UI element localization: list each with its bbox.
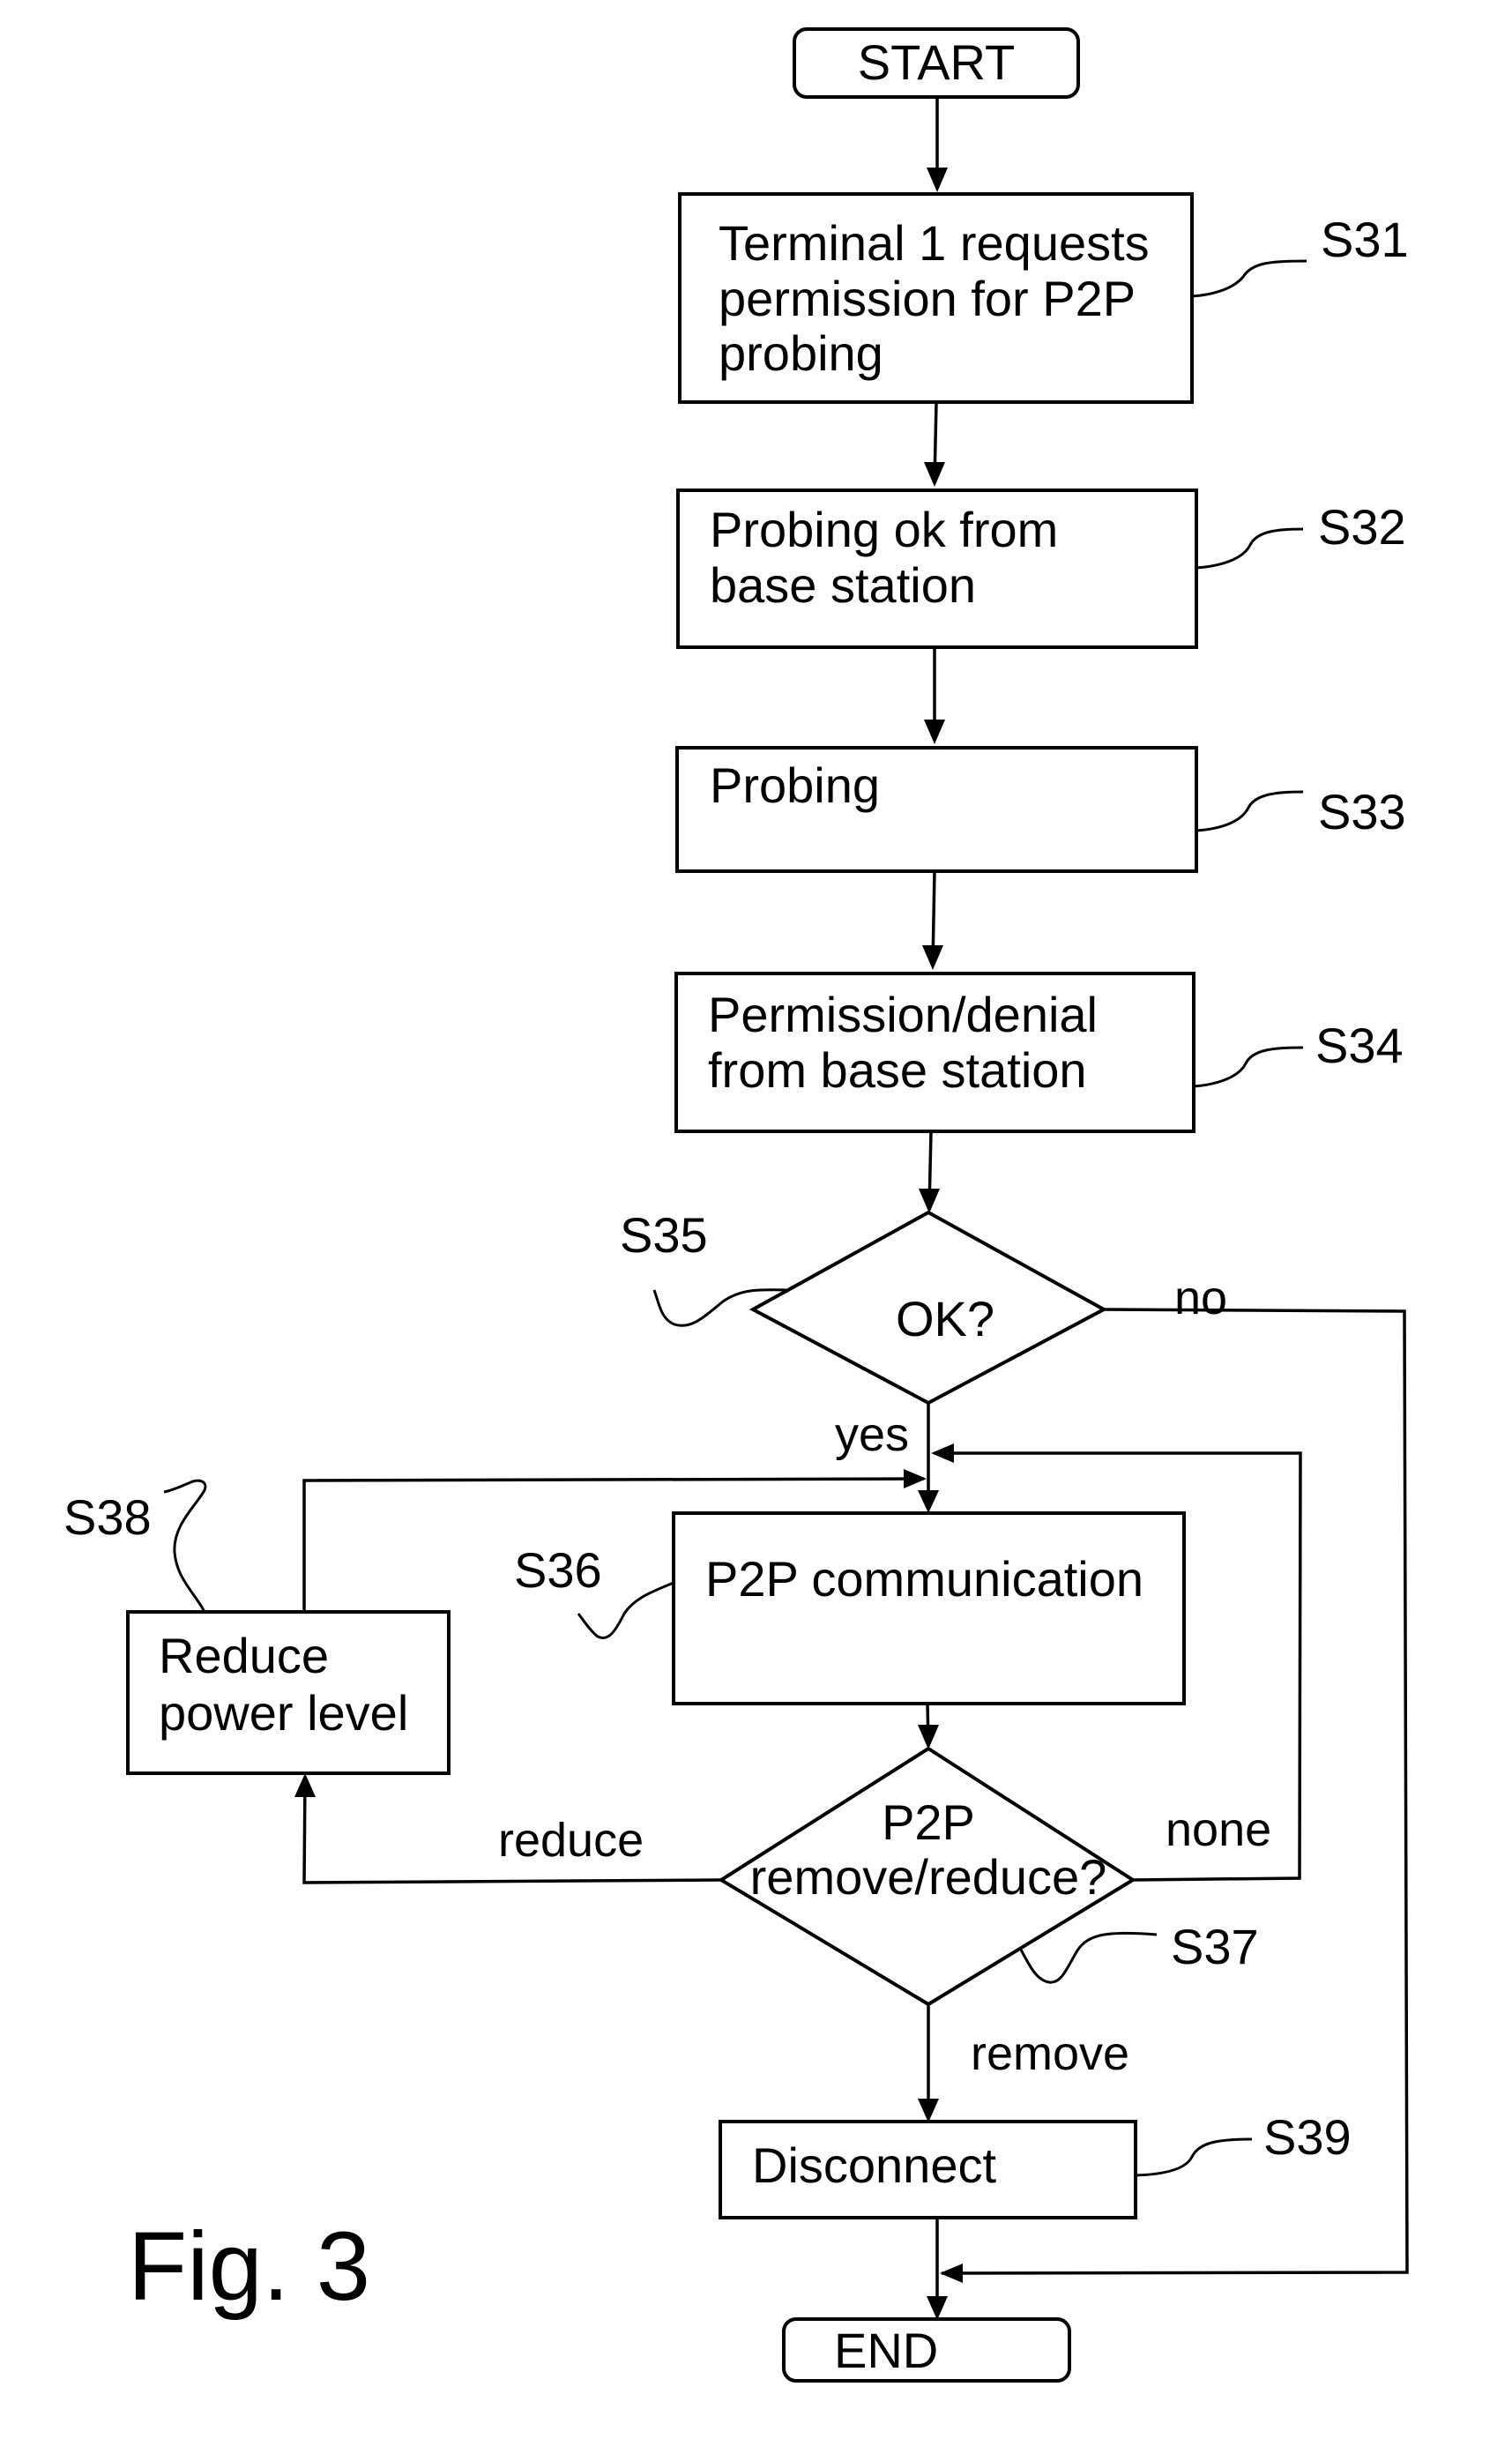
start-label: START [858,34,1015,90]
step-s34: Permission/denial from base station S34 [674,972,1404,1133]
arrowhead-none-loop [931,1443,954,1463]
s37-remove-label: remove [971,2027,1129,2080]
s38-ref: S38 [63,1489,152,1545]
s34-line-1: Permission/denial [708,987,1098,1042]
s34-ref: S34 [1315,1018,1404,1073]
s31-ref: S31 [1321,212,1409,267]
connectors [294,97,1409,2320]
s38-leader [163,1479,207,1613]
s34-leader [1193,1046,1304,1088]
step-s38: Reduce power level S38 [63,1479,451,1775]
s35-question: OK? [896,1291,994,1346]
arrowhead-s39 [918,2099,939,2122]
s36-line-1: P2P communication [705,1551,1143,1607]
s35-no-label: no [1174,1272,1227,1324]
s35-ref: S35 [620,1207,708,1263]
s32-line-2: base station [710,557,976,613]
decision-s37: P2P remove/reduce? S37 none reduce remov… [498,1746,1271,2080]
start-terminal: START [793,27,1080,99]
s39-line-1: Disconnect [752,2137,996,2193]
s33-line-1: Probing [710,757,880,813]
step-s36: P2P communication S36 [514,1511,1186,1705]
s37-leader [1019,1931,1158,1984]
decision-s35: OK? S35 no yes [620,1207,1227,1461]
s37-question-line-1: P2P [882,1794,975,1850]
s37-none-label: none [1166,1803,1271,1856]
s37-reduce-label: reduce [498,1814,644,1867]
figure-label: Fig. 3 [128,2212,370,2321]
arrowhead-s36 [918,1490,939,1513]
s32-leader [1195,527,1304,570]
step-s33: Probing S33 [675,746,1406,873]
arrowhead-end [927,2296,948,2320]
s36-ref: S36 [514,1542,602,1598]
s31-leader [1191,259,1307,298]
s35-yes-label: yes [835,1408,909,1461]
s32-ref: S32 [1318,499,1406,555]
end-terminal: END [782,2317,1071,2383]
step-s32: Probing ok from base station S32 [676,489,1406,649]
arrowhead-s33 [924,720,945,744]
step-s39: Disconnect S39 [719,2109,1352,2219]
arrowhead-reduce-return [904,1469,927,1488]
s33-leader [1195,790,1304,832]
arrowhead-s32 [924,462,945,487]
s36-box [672,1511,1186,1705]
s39-leader [1135,2137,1253,2177]
s31-line-3: probing [719,325,883,381]
end-label: END [834,2323,938,2378]
s34-line-2: from base station [708,1042,1087,1098]
s38-line-2: power level [159,1685,408,1741]
arrowhead-s31 [927,168,948,192]
arrowhead-s37 [918,1725,939,1749]
arrowhead-s34 [922,945,943,970]
arrowhead-s38 [294,1773,316,1797]
s32-line-1: Probing ok from [710,502,1058,557]
s37-ref: S37 [1171,1919,1259,1974]
arrowhead-s35 [919,1189,940,1213]
s37-question-line-2: remove/reduce? [750,1849,1107,1905]
flowchart: START Terminal 1 requests permission for… [63,27,1409,2383]
s33-ref: S33 [1318,784,1406,839]
arrowhead-no-merge [940,2264,963,2283]
s31-line-2: permission for P2P [719,271,1136,326]
s39-ref: S39 [1263,2109,1352,2165]
step-s31: Terminal 1 requests permission for P2P p… [678,192,1409,404]
s31-line-1: Terminal 1 requests [719,215,1150,271]
s38-line-1: Reduce [159,1628,329,1683]
